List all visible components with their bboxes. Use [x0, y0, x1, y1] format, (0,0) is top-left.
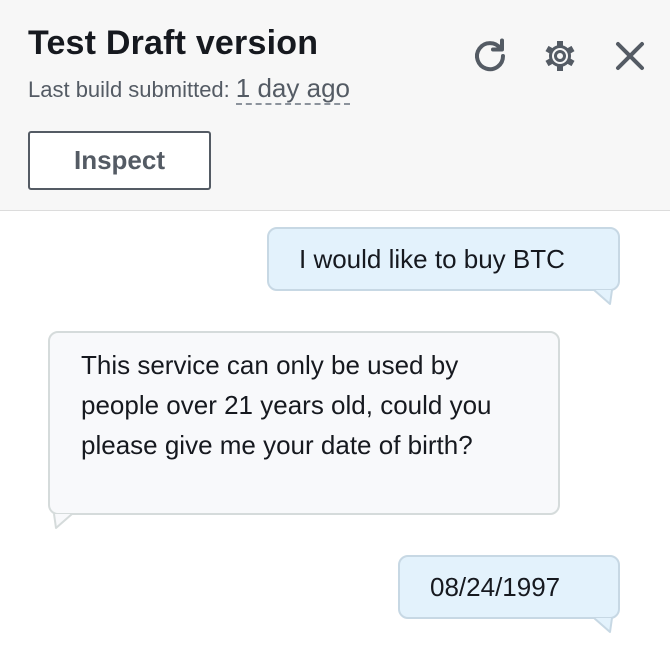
gear-icon	[545, 41, 575, 71]
build-status: Last build submitted: 1 day ago	[28, 74, 350, 105]
message-text: I would like to buy BTC	[299, 244, 565, 274]
build-time[interactable]: 1 day ago	[235, 74, 350, 105]
build-status-label: Last build submitted:	[28, 77, 230, 102]
user-message: I would like to buy BTC	[267, 227, 620, 291]
close-icon	[616, 42, 644, 70]
message-text: 08/24/1997	[430, 572, 561, 602]
test-chat-panel: Test Draft version Last build submitted:…	[0, 0, 670, 650]
bot-message: This service can only be used by people …	[48, 331, 560, 515]
settings-button[interactable]	[538, 34, 582, 78]
user-message: 08/24/1997	[398, 555, 620, 619]
panel-title: Test Draft version	[28, 24, 319, 62]
inspect-button[interactable]: Inspect	[28, 131, 211, 190]
refresh-icon	[475, 38, 506, 72]
message-text: This service can only be used by people …	[81, 350, 492, 460]
panel-header: Test Draft version Last build submitted:…	[0, 0, 670, 211]
refresh-button[interactable]	[468, 34, 512, 78]
close-button[interactable]	[608, 34, 652, 78]
